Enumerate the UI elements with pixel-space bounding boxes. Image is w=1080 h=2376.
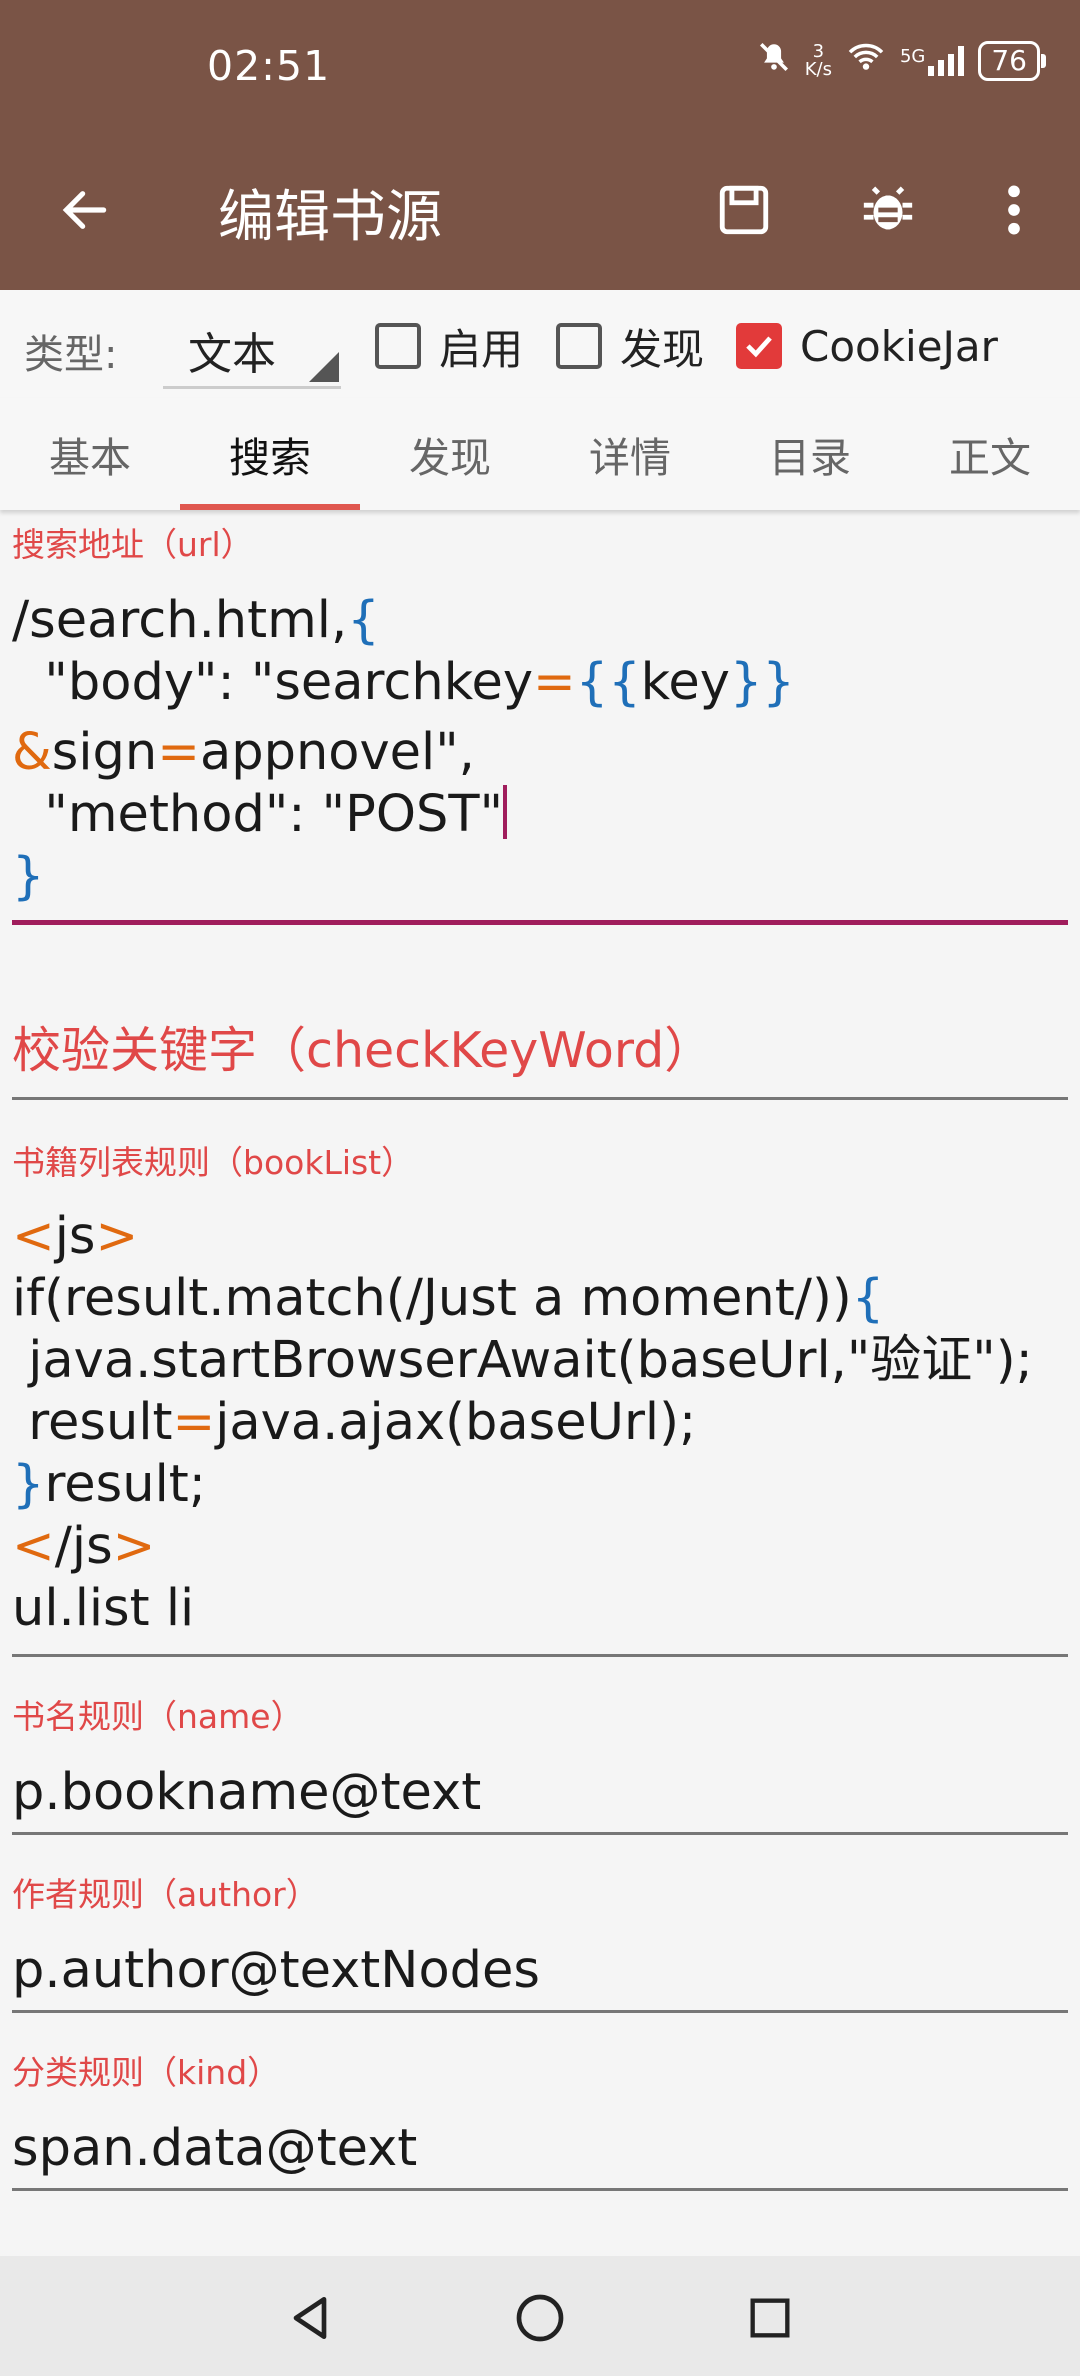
more-menu-button[interactable]	[974, 170, 1054, 250]
code-line: /search.html,{	[12, 591, 380, 650]
discover-checkbox[interactable]: 发现	[556, 316, 704, 376]
kind-rule-label: 分类规则（kind）	[12, 2053, 281, 2092]
nav-home-button[interactable]	[500, 2278, 580, 2358]
tab-discover[interactable]: 发现	[360, 398, 540, 510]
page-title: 编辑书源	[218, 185, 442, 250]
back-arrow-icon	[62, 191, 107, 229]
code-line: </js>	[12, 1517, 156, 1576]
check-keyword-input[interactable]: 校验关键字（checkKeyWord）	[12, 1020, 1068, 1082]
nav-back-button[interactable]	[270, 2278, 350, 2358]
tab-content[interactable]: 正文	[900, 398, 1080, 510]
code-line: "method": "POST"	[12, 784, 1068, 846]
code-line: "body": "searchkey={{key}}	[12, 653, 795, 712]
author-rule-underline	[12, 2010, 1068, 2013]
bell-muted-icon	[757, 40, 791, 81]
save-button[interactable]	[704, 170, 784, 250]
code-line: if(result.match(/Just a moment/)){	[12, 1269, 885, 1328]
kind-rule-input[interactable]: span.data@text	[12, 2118, 1068, 2180]
kind-rule-underline	[12, 2188, 1068, 2191]
nav-home-icon	[516, 2294, 564, 2342]
book-list-label: 书籍列表规则（bookList）	[12, 1143, 415, 1182]
type-select-value: 文本	[188, 329, 276, 380]
enable-checkbox[interactable]: 启用	[375, 316, 523, 376]
name-rule-input[interactable]: p.bookname@text	[12, 1762, 1068, 1824]
network-speed: 3 K/s	[804, 40, 832, 80]
cookiejar-checkbox[interactable]: CookieJar	[736, 316, 998, 376]
wifi-icon	[846, 41, 886, 80]
checkbox-checked-icon	[736, 323, 782, 369]
debug-bug-icon	[863, 186, 913, 230]
tab-basic[interactable]: 基本	[0, 398, 180, 510]
check-keyword-underline	[12, 1097, 1068, 1100]
code-line: result=java.ajax(baseUrl);	[12, 1393, 697, 1452]
save-icon	[719, 185, 769, 235]
system-nav-bar	[0, 2256, 1080, 2376]
book-list-underline	[12, 1654, 1068, 1657]
book-list-input[interactable]: <js> if(result.match(/Just a moment/)){ j…	[12, 1206, 1068, 1640]
type-select[interactable]: 文本	[163, 308, 341, 389]
nav-recents-button[interactable]	[730, 2278, 810, 2358]
tab-bar: 基本 搜索 发现 详情 目录 正文	[0, 398, 1080, 510]
tab-toc[interactable]: 目录	[720, 398, 900, 510]
status-time: 02:51	[207, 42, 331, 90]
name-rule-label: 书名规则（name）	[12, 1697, 304, 1736]
back-button[interactable]	[45, 170, 125, 250]
text-cursor	[503, 785, 508, 839]
signal-icon: 5G	[900, 45, 965, 76]
dropdown-corner-icon	[309, 352, 339, 382]
code-line: java.startBrowserAwait(baseUrl,"验证");	[12, 1331, 1033, 1390]
search-url-input[interactable]: /search.html,{ "body": "searchkey={{key}…	[12, 590, 1068, 908]
search-url-underline	[12, 920, 1068, 925]
tab-search[interactable]: 搜索	[180, 398, 360, 510]
checkbox-unchecked-icon	[375, 323, 421, 369]
app-bar: 02:51 3 K/s 5G 76 编辑书源	[0, 0, 1080, 290]
battery-icon: 76	[978, 40, 1046, 81]
type-label: 类型:	[24, 332, 118, 378]
code-line: <js>	[12, 1207, 139, 1266]
nav-back-icon	[293, 2297, 327, 2339]
nav-recents-icon	[750, 2298, 790, 2338]
code-line: ul.list li	[12, 1579, 195, 1638]
debug-button[interactable]	[848, 170, 928, 250]
name-rule-underline	[12, 1832, 1068, 1835]
more-vert-icon	[1008, 185, 1020, 235]
code-line: }	[12, 847, 45, 906]
author-rule-input[interactable]: p.author@textNodes	[12, 1940, 1068, 2002]
code-line: }result;	[12, 1455, 206, 1514]
checkbox-unchecked-icon	[556, 323, 602, 369]
search-url-label: 搜索地址（url）	[12, 525, 254, 564]
author-rule-label: 作者规则（author）	[12, 1875, 319, 1914]
status-icons: 3 K/s 5G 76	[757, 40, 1046, 81]
tab-detail[interactable]: 详情	[540, 398, 720, 510]
code-line: &sign=appnovel",	[12, 723, 475, 782]
